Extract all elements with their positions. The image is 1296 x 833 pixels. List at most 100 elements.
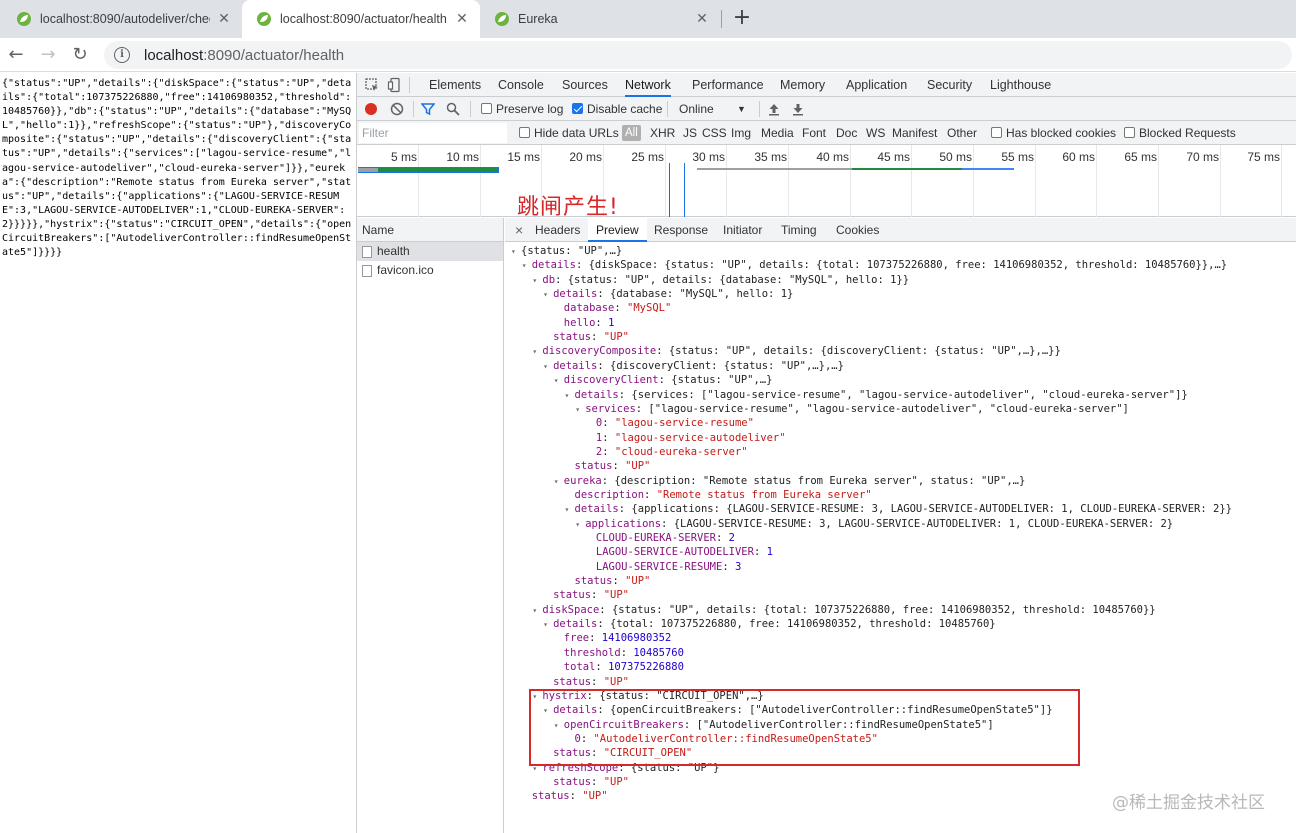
filter-type-js[interactable]: JS <box>683 121 697 145</box>
device-toolbar-icon[interactable] <box>387 77 403 93</box>
expand-triangle-icon[interactable]: ▾ <box>532 762 542 776</box>
tab-application[interactable]: Application <box>846 73 907 97</box>
close-icon[interactable]: ✕ <box>694 11 710 27</box>
info-icon[interactable]: i <box>114 47 130 63</box>
preserve-log-checkbox[interactable]: Preserve log <box>481 97 563 121</box>
filter-type-img[interactable]: Img <box>731 121 751 145</box>
filter-type-other[interactable]: Other <box>947 121 977 145</box>
expand-triangle-icon[interactable]: ▾ <box>543 704 553 718</box>
tree-node[interactable]: ▾ details: {discoveryClient: {status: "UP… <box>543 359 844 373</box>
tab-console[interactable]: Console <box>498 73 544 97</box>
expand-triangle-icon[interactable]: ▾ <box>554 719 564 733</box>
request-row-favicon[interactable]: favicon.ico <box>357 261 503 280</box>
filter-type-css[interactable]: CSS <box>702 121 727 145</box>
expand-triangle-icon[interactable]: ▾ <box>532 274 542 288</box>
tree-node[interactable]: ▾ details: {database: "MySQL", hello: 1} <box>543 287 793 301</box>
tree-node[interactable]: ▾ services: ["lagou-service-resume", "lag… <box>575 402 1129 416</box>
back-arrow-icon[interactable]: ← <box>4 43 28 67</box>
filter-type-manifest[interactable]: Manifest <box>892 121 937 145</box>
inspect-element-icon[interactable] <box>364 77 380 93</box>
filter-type-all[interactable]: All <box>622 125 641 141</box>
tree-node[interactable]: ▾ discoveryComposite: {status: "UP", deta… <box>532 344 1060 358</box>
tree-node[interactable]: ▾ details: {total: 107375226880, free: 14… <box>543 617 996 631</box>
expand-triangle-icon[interactable]: ▾ <box>565 389 575 403</box>
filter-type-ws[interactable]: WS <box>866 121 885 145</box>
tree-node[interactable]: ▾ details: {openCircuitBreakers: ["Autode… <box>543 703 1052 717</box>
expand-triangle-icon[interactable]: ▾ <box>522 259 532 273</box>
filter-input[interactable]: Filter <box>359 123 507 143</box>
blocked-requests-checkbox[interactable]: Blocked Requests <box>1124 121 1236 145</box>
throttling-select[interactable]: Online ▼ <box>679 97 751 121</box>
tab-sources[interactable]: Sources <box>562 73 608 97</box>
tab-memory[interactable]: Memory <box>780 73 825 97</box>
expand-triangle-icon[interactable]: ▾ <box>575 403 585 417</box>
tab-lighthouse[interactable]: Lighthouse <box>990 73 1051 97</box>
expand-triangle-icon[interactable]: ▾ <box>554 374 564 388</box>
tree-node: status: "UP" <box>522 789 608 803</box>
filter-type-media[interactable]: Media <box>761 121 794 145</box>
close-icon[interactable]: × <box>515 218 523 242</box>
tree-node[interactable]: ▾ diskSpace: {status: "UP", details: {tot… <box>532 603 1155 617</box>
tab-performance[interactable]: Performance <box>692 73 764 97</box>
tree-node[interactable]: ▾ openCircuitBreakers: ["AutodeliverContr… <box>554 718 994 732</box>
address-bar[interactable]: i localhost:8090/actuator/health <box>104 41 1292 69</box>
expand-triangle-icon[interactable]: ▾ <box>543 288 553 302</box>
tab-preview[interactable]: Preview <box>588 218 647 242</box>
expand-triangle-icon[interactable]: ▾ <box>543 360 553 374</box>
tree-node[interactable]: ▾ {status: "UP",…} <box>511 244 622 258</box>
tree-node[interactable]: ▾ discoveryClient: {status: "UP",…} <box>554 373 773 387</box>
forward-arrow-icon[interactable]: → <box>36 43 60 67</box>
expand-triangle-icon[interactable]: ▾ <box>543 618 553 632</box>
browser-tab-checkandbegin[interactable]: localhost:8090/autodeliver/checkAndBegin… <box>2 0 242 38</box>
filter-icon[interactable] <box>421 102 435 116</box>
tree-node[interactable]: ▾ refreshScope: {status: "UP"} <box>532 761 719 775</box>
browser-tab-health[interactable]: localhost:8090/actuator/health ✕ <box>242 0 480 38</box>
close-icon[interactable]: ✕ <box>216 11 232 27</box>
filter-type-doc[interactable]: Doc <box>836 121 857 145</box>
close-icon[interactable]: ✕ <box>454 11 470 27</box>
tab-security[interactable]: Security <box>927 73 972 97</box>
tree-node[interactable]: ▾ applications: {LAGOU-SERVICE-RESUME: 3,… <box>575 517 1173 531</box>
tab-cookies[interactable]: Cookies <box>836 218 879 242</box>
record-icon[interactable] <box>365 103 377 115</box>
checkbox-unchecked[interactable] <box>991 127 1002 138</box>
new-tab-button[interactable]: + <box>730 7 754 31</box>
expand-triangle-icon[interactable]: ▾ <box>575 518 585 532</box>
tab-response[interactable]: Response <box>654 218 708 242</box>
expand-triangle-icon[interactable]: ▾ <box>565 503 575 517</box>
tab-initiator[interactable]: Initiator <box>723 218 762 242</box>
tree-node[interactable]: ▾ details: {applications: {LAGOU-SERVICE-… <box>565 502 1232 516</box>
tree-node[interactable]: ▾ eureka: {description: "Remote status fr… <box>554 474 1026 488</box>
checkbox-unchecked[interactable] <box>519 127 530 138</box>
tree-node[interactable]: ▾ details: {services: ["lagou-service-res… <box>565 388 1188 402</box>
tab-headers[interactable]: Headers <box>535 218 580 242</box>
has-blocked-cookies-checkbox[interactable]: Has blocked cookies <box>991 121 1116 145</box>
tab-elements[interactable]: Elements <box>429 73 481 97</box>
tree-node[interactable]: ▾ hystrix: {status: "CIRCUIT_OPEN",…} <box>532 689 763 703</box>
tree-node[interactable]: ▾ db: {status: "UP", details: {database: … <box>532 273 909 287</box>
clear-icon[interactable] <box>390 102 404 116</box>
import-har-icon[interactable] <box>767 102 781 116</box>
tab-timing[interactable]: Timing <box>781 218 817 242</box>
tab-network[interactable]: Network <box>625 73 671 97</box>
expand-triangle-icon[interactable]: ▾ <box>511 245 521 259</box>
export-har-icon[interactable] <box>791 102 805 116</box>
checkbox-unchecked[interactable] <box>1124 127 1135 138</box>
search-icon[interactable] <box>446 102 460 116</box>
request-row-health[interactable]: health <box>357 242 503 261</box>
expand-triangle-icon[interactable]: ▾ <box>532 604 542 618</box>
expand-triangle-icon[interactable]: ▾ <box>532 690 542 704</box>
requests-name-header[interactable]: Name <box>357 218 503 242</box>
expand-triangle-icon[interactable]: ▾ <box>554 475 564 489</box>
network-overview[interactable]: 5 ms 10 ms 15 ms 20 ms 25 ms 30 ms 35 ms… <box>357 145 1296 220</box>
checkbox-checked[interactable] <box>572 103 583 114</box>
reload-icon[interactable]: ↻ <box>68 43 92 67</box>
filter-type-font[interactable]: Font <box>802 121 826 145</box>
hide-data-urls-checkbox[interactable]: Hide data URLs <box>519 121 619 145</box>
filter-type-xhr[interactable]: XHR <box>650 121 675 145</box>
disable-cache-checkbox[interactable]: Disable cache <box>572 97 662 121</box>
browser-tab-eureka[interactable]: Eureka ✕ <box>480 0 720 38</box>
checkbox-unchecked[interactable] <box>481 103 492 114</box>
tree-node[interactable]: ▾ details: {diskSpace: {status: "UP", det… <box>522 258 1227 272</box>
expand-triangle-icon[interactable]: ▾ <box>532 345 542 359</box>
